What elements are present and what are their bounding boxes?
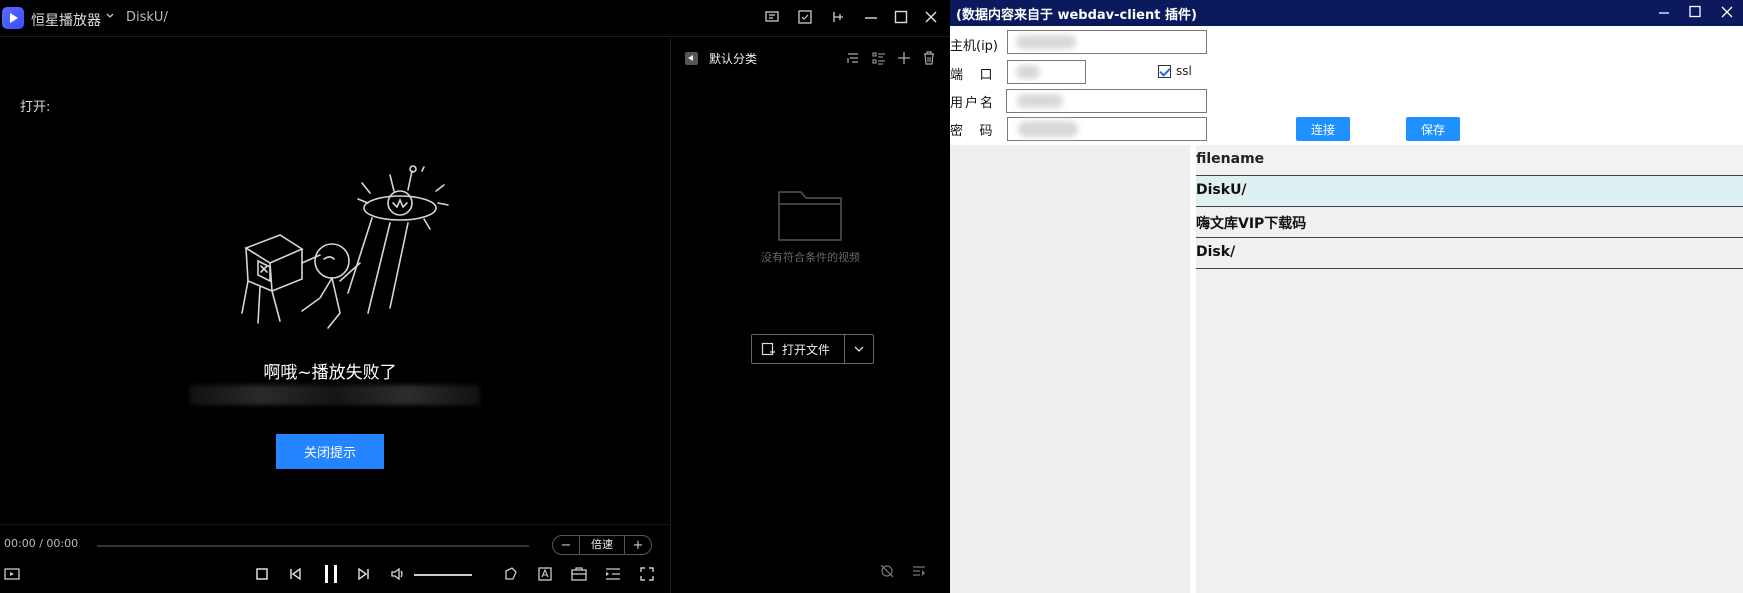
speed-decrease-button[interactable]: − [553,538,579,553]
file-row[interactable]: 嗨文库VIP下载码 [1196,207,1743,238]
open-file-dropdown[interactable] [845,335,873,363]
control-bar: 00:00 / 00:00 − 倍速 + [0,524,670,593]
username-input[interactable] [1006,89,1207,113]
player-window: 恒星播放器 DiskU/ 打开: 啊哦~播放失败了 关闭提示 00:00 / 0… [0,0,950,593]
pause-icon[interactable] [320,562,342,586]
open-file-button[interactable]: 打开文件 [752,335,845,363]
player-logo-icon [2,7,24,29]
close-icon[interactable] [923,9,941,27]
file-row[interactable]: Disk/ [1196,238,1743,269]
collapse-panel-icon[interactable] [685,52,698,65]
screenshot-icon[interactable] [797,9,815,27]
prev-icon[interactable] [286,565,304,583]
chevron-down-icon[interactable] [105,11,115,21]
open-file-split-button: 打开文件 [751,334,874,364]
host-input[interactable] [1007,30,1207,54]
minimize-icon[interactable] [863,9,881,27]
playlist-toggle-icon[interactable] [3,565,21,583]
close-icon[interactable] [1719,4,1735,20]
webdav-titlebar: (数据内容来自于 webdav-client 插件) [950,0,1743,26]
time-display: 00:00 / 00:00 [4,537,79,550]
no-recommend-icon[interactable] [879,563,895,579]
file-add-icon [761,342,775,356]
chevron-down-icon [853,343,865,355]
port-input[interactable] [1007,60,1086,84]
empty-state-text: 没有符合条件的视频 [761,251,860,264]
ssl-label: ssl [1176,64,1192,78]
maximize-icon[interactable] [893,9,911,27]
redacted-password [1018,121,1078,137]
maximize-icon[interactable] [1687,4,1703,20]
subtitle-icon[interactable] [536,565,554,583]
playlist-panel: 默认分类 没有符合条件的视频 打开文件 [671,38,950,593]
username-label: 用户名 [950,96,996,111]
minimize-icon[interactable] [1656,4,1672,20]
progress-bar[interactable] [97,545,529,547]
breadcrumb: DiskU/ [126,10,168,25]
playlist-icon[interactable] [604,565,622,583]
volume-slider[interactable] [414,574,472,576]
pin-icon[interactable] [830,9,848,27]
toolbox-icon[interactable] [570,565,588,583]
folder-icon [778,191,842,241]
open-label: 打开: [20,100,51,115]
playlist-title[interactable]: 默认分类 [709,50,757,67]
speed-control: − 倍速 + [552,535,652,555]
redacted-port [1016,65,1040,79]
file-row[interactable]: DiskU/ [1196,176,1743,207]
video-area[interactable]: 打开: 啊哦~播放失败了 关闭提示 [0,38,670,524]
comment-icon[interactable] [764,9,782,27]
next-icon[interactable] [355,565,373,583]
webdav-title: (数据内容来自于 webdav-client 插件) [956,8,1197,23]
volume-icon[interactable] [389,565,407,583]
directory-tree-pane[interactable] [950,145,1190,593]
app-name[interactable]: 恒星播放器 [31,10,101,30]
redacted-host [1016,35,1076,49]
webdav-window: (数据内容来自于 webdav-client 插件) 主机(ip) 端 口 ss… [950,0,1743,593]
add-icon[interactable] [896,50,912,66]
save-button[interactable]: 保存 [1406,117,1460,141]
sort-icon[interactable] [845,50,861,66]
error-title: 啊哦~播放失败了 [263,363,397,383]
ssl-checkbox[interactable] [1158,65,1171,78]
fullscreen-icon[interactable] [638,565,656,583]
speed-label[interactable]: 倍速 [579,536,625,554]
port-label: 端 口 [950,68,993,83]
error-illustration [241,165,449,329]
queue-icon[interactable] [911,563,927,579]
stop-icon[interactable] [253,565,271,583]
speed-increase-button[interactable]: + [625,538,651,553]
host-label: 主机(ip) [950,39,999,54]
password-label: 密 码 [950,124,993,139]
player-titlebar: 恒星播放器 DiskU/ [0,0,950,37]
close-tip-button[interactable]: 关闭提示 [276,434,384,469]
cut-icon[interactable] [502,565,520,583]
connect-button[interactable]: 连接 [1296,117,1350,141]
open-file-label: 打开文件 [782,342,831,357]
list-view-icon[interactable] [871,50,887,66]
redacted-username [1017,94,1063,108]
file-list: filename DiskU/ 嗨文库VIP下载码 Disk/ [1196,145,1743,593]
redacted-error-detail [190,385,480,405]
password-input[interactable] [1007,117,1207,141]
filename-column-header[interactable]: filename [1196,145,1743,176]
trash-icon[interactable] [921,50,937,66]
